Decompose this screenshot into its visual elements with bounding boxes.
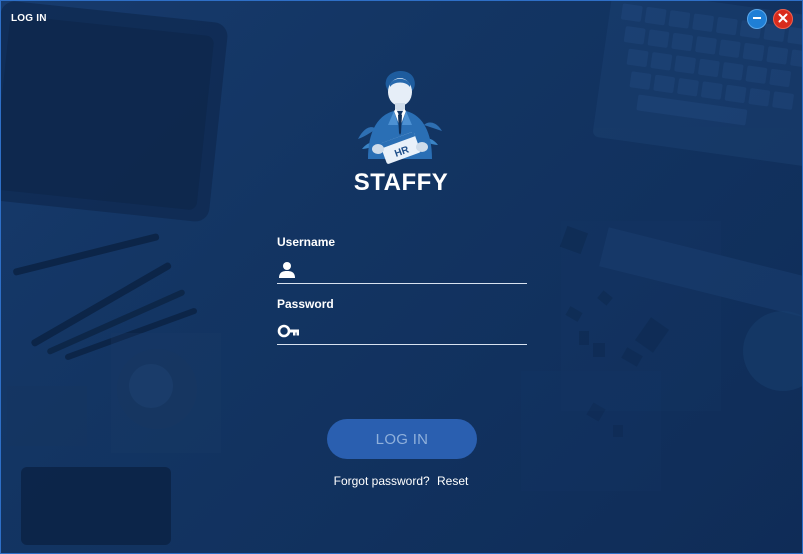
password-label: Password [277,297,334,311]
password-input[interactable] [305,320,529,344]
password-field[interactable] [277,320,529,345]
forgot-password-text: Forgot password? [333,474,430,488]
window-title: LOG IN [11,13,47,24]
key-icon [277,322,301,345]
close-button[interactable] [773,9,793,29]
staffy-logo: HR [354,67,446,165]
username-field[interactable] [277,259,529,284]
username-label: Username [277,235,336,249]
minimize-button[interactable] [747,9,767,29]
user-icon [277,261,297,284]
app-name: STAFFY [353,169,449,196]
reset-link[interactable]: Reset [437,474,468,488]
username-input[interactable] [305,259,529,283]
close-icon [778,10,788,28]
login-button[interactable]: LOG IN [327,419,477,459]
login-window: LOG IN HR STAFFY Username Password LOG I… [0,0,803,554]
minimize-icon [752,10,762,28]
forgot-password-row: Forgot password? Reset [301,474,501,488]
